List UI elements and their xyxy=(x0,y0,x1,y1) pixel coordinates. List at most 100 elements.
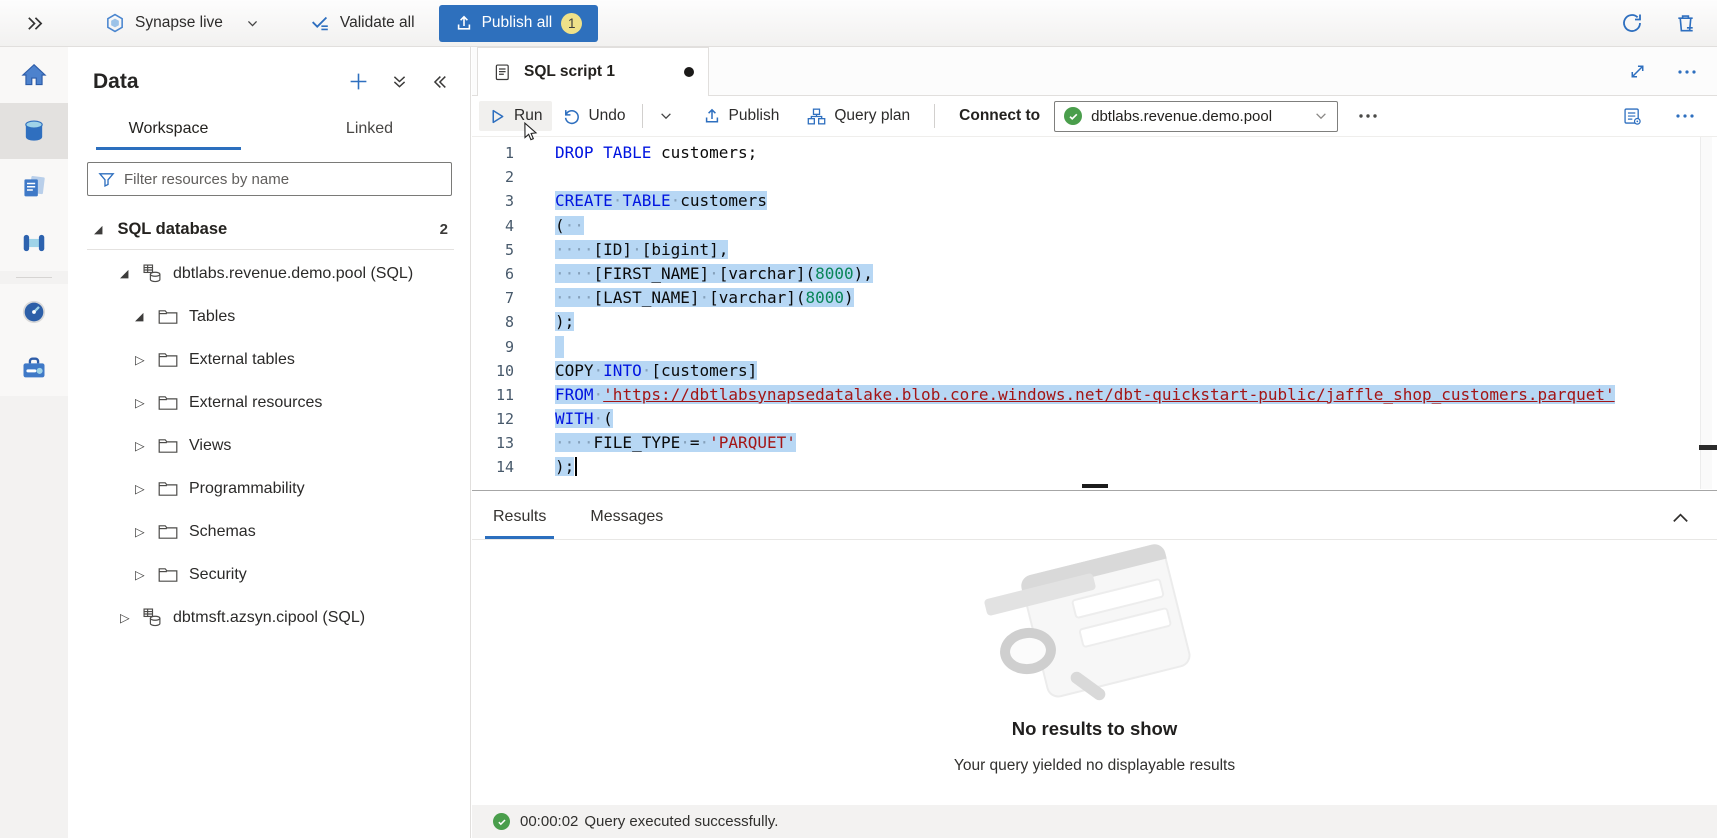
folder-icon xyxy=(158,309,178,325)
line-number: 4 xyxy=(472,214,514,238)
nav-monitor[interactable] xyxy=(0,284,68,340)
empty-results-subtitle: Your query yielded no displayable result… xyxy=(472,757,1717,775)
expand-arrow-icon[interactable]: ▷ xyxy=(135,567,149,582)
toolbar-more-button[interactable] xyxy=(1354,109,1382,123)
refresh-button[interactable] xyxy=(1616,7,1648,39)
panel-title: Data xyxy=(93,70,139,94)
validate-label: Validate all xyxy=(340,14,415,32)
toolbar-divider xyxy=(642,104,643,128)
editor-scrollbar[interactable] xyxy=(1700,137,1712,489)
tree-item[interactable]: ▷Schemas xyxy=(68,510,470,553)
tab-results[interactable]: Results xyxy=(489,498,550,539)
query-plan-label: Query plan xyxy=(834,107,910,125)
code-editor[interactable]: 1DROP TABLE customers;23CREATE·TABLE·cus… xyxy=(472,137,1717,489)
run-play-icon xyxy=(489,108,506,125)
double-chevron-left-icon xyxy=(430,73,448,91)
code-lines: 1DROP TABLE customers;23CREATE·TABLE·cus… xyxy=(472,141,1717,480)
tree-item[interactable]: ▷ External resources xyxy=(68,381,470,424)
publish-label: Publish xyxy=(729,107,780,125)
add-resource-button[interactable] xyxy=(344,67,373,96)
tree-item-label: External tables xyxy=(189,351,295,369)
expand-arrow-icon[interactable]: ▷ xyxy=(135,352,149,367)
code-line: 9 xyxy=(472,335,1717,359)
connect-to-label: Connect to xyxy=(959,107,1040,125)
tree-item[interactable]: ▷Security xyxy=(68,553,470,596)
text-cursor xyxy=(575,457,577,476)
chevron-down-icon xyxy=(1314,109,1328,123)
connect-to-dropdown[interactable]: dbtlabs.revenue.demo.pool xyxy=(1054,101,1338,132)
collapse-arrow-icon[interactable]: ◢ xyxy=(135,310,149,323)
illustration-card xyxy=(1018,542,1192,700)
filter-resources-input[interactable] xyxy=(124,171,442,188)
tab-messages[interactable]: Messages xyxy=(586,498,667,539)
tree-item[interactable]: ◢Tables xyxy=(68,295,470,338)
run-button[interactable]: Run xyxy=(479,101,552,131)
publish-button[interactable]: Publish xyxy=(693,101,790,131)
expand-arrow-icon[interactable]: ▷ xyxy=(135,438,149,453)
data-explorer-panel: Data Workspace Linked ◢ SQL dat xyxy=(68,47,471,838)
code-line: 6····[FIRST_NAME]·[varchar](8000), xyxy=(472,262,1717,286)
validate-all-button[interactable]: Validate all xyxy=(297,4,427,42)
tab-more-button[interactable] xyxy=(1673,65,1701,79)
publish-all-button[interactable]: Publish all 1 xyxy=(439,5,599,42)
undo-dropdown-button[interactable] xyxy=(649,103,683,129)
expand-arrow-icon[interactable]: ▷ xyxy=(135,481,149,496)
scrollbar-marker xyxy=(1699,445,1717,450)
nav-data[interactable] xyxy=(0,103,68,159)
validate-icon xyxy=(309,12,331,34)
nav-home[interactable] xyxy=(0,47,68,103)
line-number: 9 xyxy=(472,335,514,359)
editor-toolbar: Run Undo Publish Query plan Connect to xyxy=(472,96,1717,137)
code-line: 13····FILE_TYPE·=·'PARQUET' xyxy=(472,431,1717,455)
tree-section-header[interactable]: ◢ SQL database 2 xyxy=(68,206,470,249)
connected-check-icon xyxy=(1064,107,1082,125)
line-number: 11 xyxy=(472,383,514,407)
expand-arrow-icon[interactable]: ▷ xyxy=(135,524,149,539)
mode-label: Synapse live xyxy=(135,14,223,32)
collapse-arrow-icon[interactable]: ◢ xyxy=(120,267,134,280)
expand-menu-icon[interactable] xyxy=(21,10,48,37)
tree-item-label: Views xyxy=(189,437,231,455)
nav-integrate[interactable] xyxy=(0,215,68,271)
editor-tabstrip: SQL script 1 xyxy=(472,47,1717,96)
collapse-results-button[interactable] xyxy=(1666,504,1695,533)
tree-item[interactable]: ▷Programmability xyxy=(68,467,470,510)
editor-more-button[interactable] xyxy=(1671,109,1699,123)
undo-button[interactable]: Undo xyxy=(552,101,635,131)
nav-manage[interactable] xyxy=(0,340,68,396)
line-number: 10 xyxy=(472,359,514,383)
tree-item[interactable]: ▷ dbtmsft.azsyn.cipool (SQL) xyxy=(68,596,470,639)
tree-item[interactable]: ▷ External tables xyxy=(68,338,470,381)
expand-arrow-icon[interactable]: ▷ xyxy=(135,395,149,410)
double-chevron-down-icon xyxy=(391,73,408,90)
tree-item-label: dbtmsft.azsyn.cipool (SQL) xyxy=(173,609,365,627)
filter-funnel-icon xyxy=(97,170,116,189)
splitter-grip[interactable] xyxy=(1082,484,1108,488)
database-icon xyxy=(143,264,162,283)
mode-selector[interactable]: Synapse live xyxy=(92,4,271,42)
code-line: 2 xyxy=(472,165,1717,189)
tree-item[interactable]: ▷ Views xyxy=(68,424,470,467)
tree-rows: ◢dbtlabs.revenue.demo.pool (SQL)◢Tables▷… xyxy=(68,252,470,639)
expand-editor-button[interactable] xyxy=(1624,58,1651,85)
trash-icon xyxy=(1674,12,1697,35)
query-plan-button[interactable]: Query plan xyxy=(797,101,920,132)
tab-linked[interactable]: Linked xyxy=(269,110,470,150)
publish-icon xyxy=(455,14,473,32)
database-icon xyxy=(20,117,48,145)
nav-develop[interactable] xyxy=(0,159,68,215)
editor-tab-sql-script-1[interactable]: SQL script 1 xyxy=(477,47,709,96)
expand-arrow-icon[interactable]: ▷ xyxy=(120,610,134,625)
folder-icon xyxy=(158,481,178,497)
actions-menu-button[interactable] xyxy=(387,69,412,94)
tree-item[interactable]: ◢dbtlabs.revenue.demo.pool (SQL) xyxy=(68,252,470,295)
tree-item-label: External resources xyxy=(189,394,322,412)
top-command-bar: Synapse live Validate all Publish all 1 xyxy=(0,0,1717,47)
publish-all-label: Publish all xyxy=(482,14,553,32)
tab-workspace[interactable]: Workspace xyxy=(68,110,269,150)
folder-icon xyxy=(158,567,178,583)
collapse-panel-button[interactable] xyxy=(426,69,452,95)
discard-all-button[interactable] xyxy=(1670,8,1701,39)
gauge-icon xyxy=(20,298,48,326)
view-settings-button[interactable] xyxy=(1618,102,1647,131)
